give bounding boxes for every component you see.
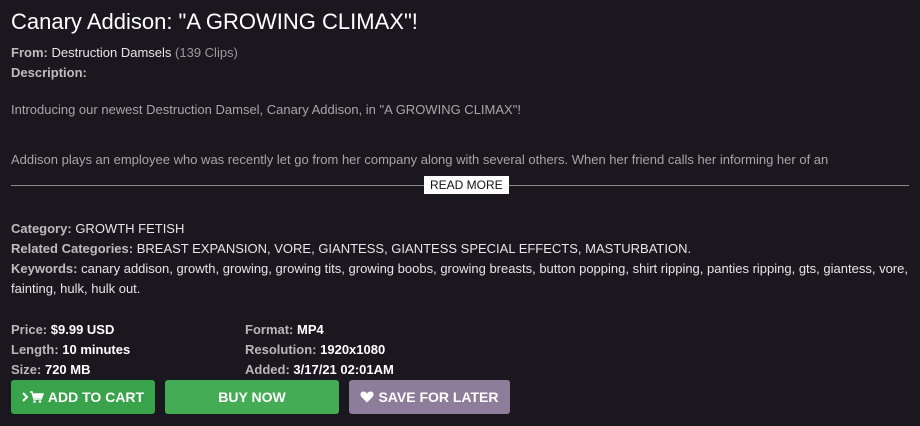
related-categories-row: Related Categories: BREAST EXPANSION, VO… [11,239,909,259]
added-row: Added: 3/17/21 02:01AM [245,360,394,380]
description-label: Description: [11,65,87,80]
read-more-button[interactable]: READ MORE [424,176,509,194]
price-row: Price: $9.99 USD [11,320,130,340]
length-row: Length: 10 minutes [11,340,130,360]
keywords-row: Keywords: canary addison, growth, growin… [11,259,909,299]
related-categories-label: Related Categories: [11,241,134,256]
keywords-label: Keywords: [11,261,78,276]
resolution-value: 1920x1080 [320,342,386,357]
keyword-link[interactable]: fainting [11,281,53,296]
format-label: Format: [245,322,294,337]
details-column: Format: MP4 Resolution: 1920x1080 Added:… [245,320,394,380]
cart-icon [22,389,45,405]
keyword-link[interactable]: hulk out [91,281,137,296]
description: Introducing our newest Destruction Damse… [11,83,909,170]
category-link[interactable]: GROWTH FETISH [75,221,184,236]
related-category-link[interactable]: GIANTESS SPECIAL EFFECTS [391,241,578,256]
description-paragraph: Introducing our newest Destruction Damse… [11,102,521,117]
clip-detail: Canary Addison: "A GROWING CLIMAX"! From… [0,0,920,414]
keyword-link[interactable]: growth [177,261,216,276]
resolution-label: Resolution: [245,342,317,357]
keyword-link[interactable]: growing breasts [440,261,532,276]
description-label-row: Description: [11,63,909,83]
related-category-link[interactable]: VORE [274,241,311,256]
keyword-link[interactable]: growing tits [276,261,342,276]
read-more-row: READ MORE [11,176,909,196]
added-value: 3/17/21 02:01AM [293,362,394,377]
studio-link[interactable]: Destruction Damsels [51,45,171,60]
category-label: Category: [11,221,72,236]
add-to-cart-button[interactable]: ADD TO CART [11,380,155,414]
buy-now-button[interactable]: BUY NOW [165,380,339,414]
keyword-link[interactable]: gts [799,261,816,276]
related-categories-list: BREAST EXPANSION, VORE, GIANTESS, GIANTE… [136,241,692,256]
price-label: Price: [11,322,48,337]
categories-block: Category: GROWTH FETISH Related Categori… [11,219,909,299]
resolution-row: Resolution: 1920x1080 [245,340,394,360]
page-title: Canary Addison: "A GROWING CLIMAX"! [11,9,418,34]
keyword-link[interactable]: vore [879,261,904,276]
heart-icon [360,389,375,405]
keyword-link[interactable]: growing [223,261,269,276]
added-label: Added: [245,362,290,377]
from-row: From: Destruction Damsels (139 Clips) [11,43,909,63]
keyword-link[interactable]: button popping [539,261,625,276]
keyword-link[interactable]: growing boobs [349,261,434,276]
keyword-link[interactable]: canary addison [81,261,169,276]
save-for-later-label: SAVE FOR LATER [378,389,499,405]
length-label: Length: [11,342,59,357]
size-row: Size: 720 MB [11,360,130,380]
details-column: Price: $9.99 USD Length: 10 minutes Size… [11,320,130,380]
related-category-link[interactable]: BREAST EXPANSION [137,241,267,256]
category-row: Category: GROWTH FETISH [11,219,909,239]
length-value: 10 minutes [62,342,131,357]
format-row: Format: MP4 [245,320,394,340]
size-value: 720 MB [44,362,91,377]
related-category-link[interactable]: MASTURBATION [585,241,687,256]
keywords-list: canary addison, growth, growing, growing… [11,261,908,296]
from-label: From: [11,45,48,60]
size-label: Size: [11,362,42,377]
related-category-link[interactable]: GIANTESS [318,241,384,256]
keyword-link[interactable]: shirt ripping [633,261,700,276]
description-paragraph: Addison plays an employee who was recent… [11,152,829,167]
keyword-link[interactable]: giantess [823,261,871,276]
keyword-link[interactable]: hulk [60,281,84,296]
keyword-link[interactable]: panties ripping [707,261,792,276]
action-buttons: ADD TO CART BUY NOW SAVE FOR LATER [11,380,909,414]
save-for-later-button[interactable]: SAVE FOR LATER [349,380,510,414]
price-value: $9.99 USD [50,322,115,337]
clip-details: Price: $9.99 USD Length: 10 minutes Size… [11,320,909,380]
add-to-cart-label: ADD TO CART [47,389,145,405]
format-value: MP4 [297,322,324,337]
clip-count: (139 Clips) [175,45,238,60]
